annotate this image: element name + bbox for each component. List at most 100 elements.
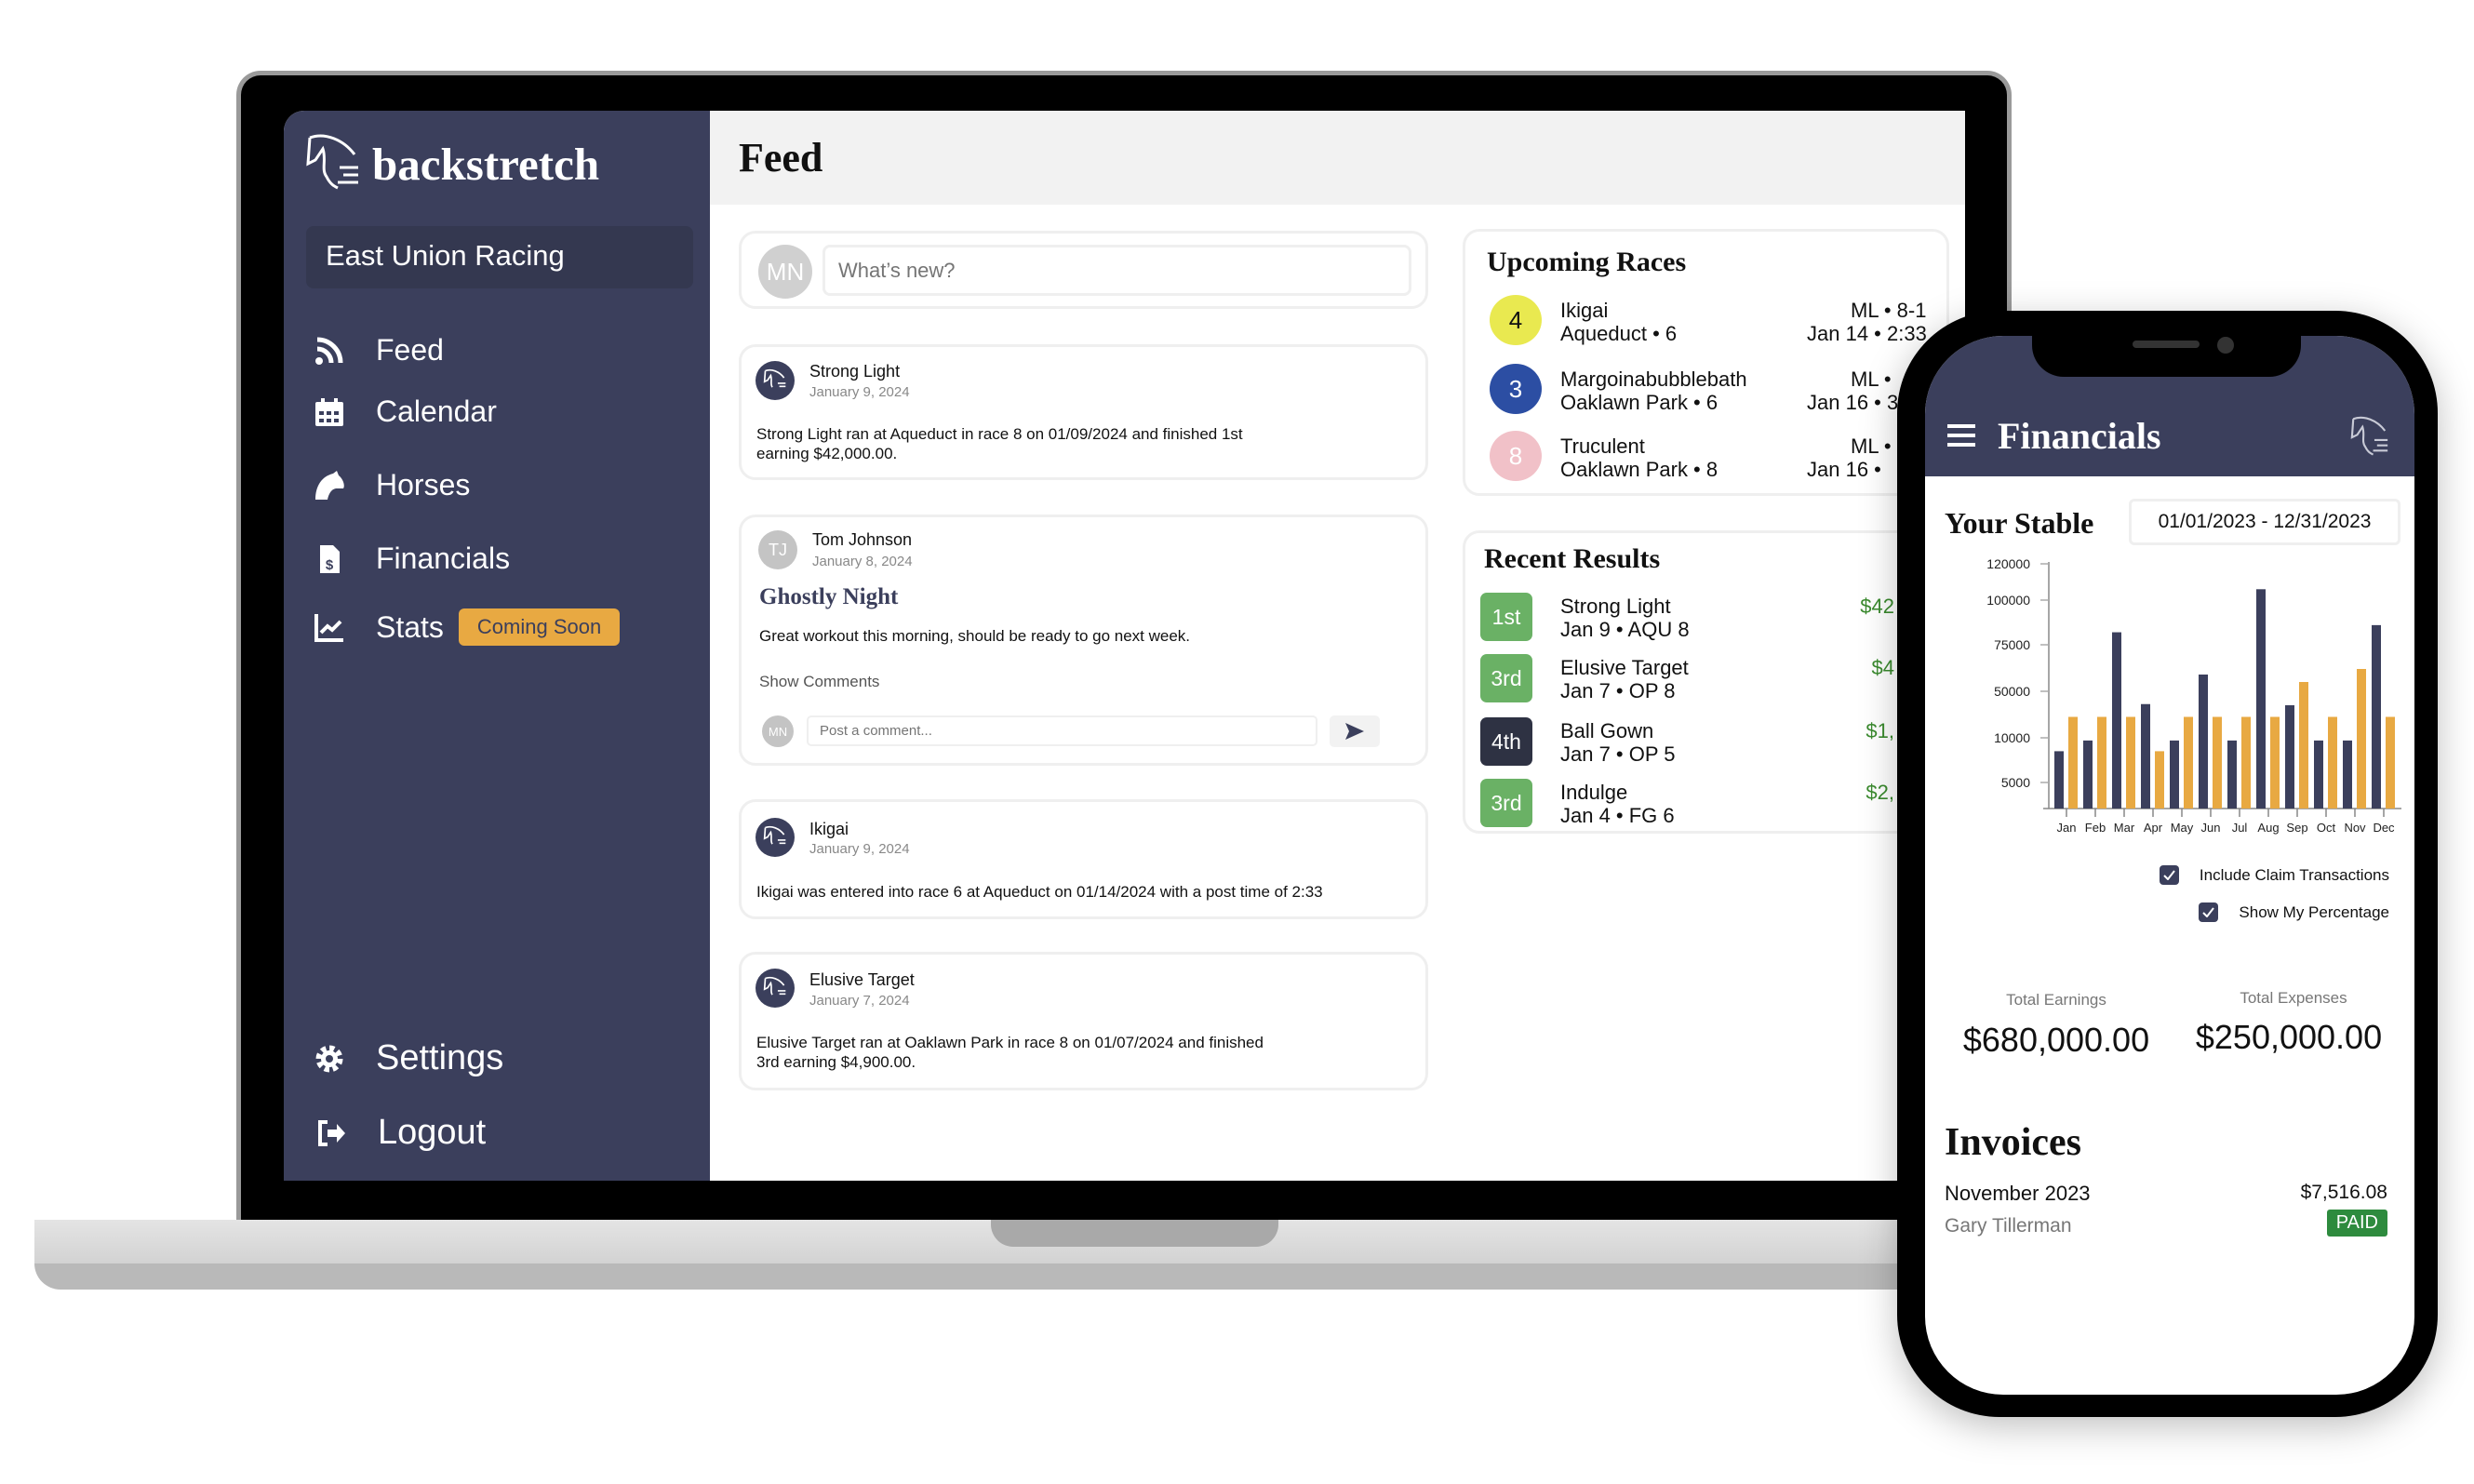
post-body: Great workout this morning, should be re… — [759, 627, 1191, 645]
show-comments-link[interactable]: Show Comments — [759, 673, 879, 691]
race-track: Oaklawn Park • 6 — [1560, 391, 1718, 414]
race-track: Aqueduct • 6 — [1560, 322, 1678, 345]
horse-name: Truculent — [1560, 435, 1645, 458]
checkbox-checked[interactable] — [2199, 902, 2219, 922]
morning-line-odds: ML • — [1851, 368, 1892, 391]
race-time: Jan 14 • 2:33 — [1807, 322, 1927, 345]
total-expenses-label: Total Expenses — [2240, 989, 2347, 1007]
date-range-picker[interactable]: 01/01/2023 - 12/31/2023 — [2129, 499, 2400, 545]
sidebar-item-label: Horses — [376, 468, 471, 501]
paid-badge: PAID — [2326, 1210, 2387, 1237]
post-body: Ikigai was entered into race 6 at Aquedu… — [756, 883, 1323, 901]
top-bar — [710, 111, 1965, 205]
sidebar-item-feed[interactable]: Feed — [314, 333, 444, 368]
phone-notch — [2032, 330, 2301, 377]
finish-place-badge: 4th — [1480, 717, 1532, 766]
svg-text:$: $ — [326, 557, 334, 573]
post-author[interactable]: Strong Light — [809, 362, 900, 381]
post-author[interactable]: Tom Johnson — [812, 530, 912, 550]
post-line: Elusive Target ran at Oaklawn Park in ra… — [756, 1034, 1264, 1051]
sidebar-item-calendar[interactable]: Calendar — [314, 394, 497, 429]
your-stable-title: Your Stable — [1945, 506, 2094, 540]
result-entry[interactable]: Elusive Target Jan 7 • OP 8 — [1560, 656, 1689, 702]
result-earnings: $2, — [1866, 781, 1894, 804]
organization-selector[interactable]: East Union Racing — [306, 226, 693, 288]
result-detail: Jan 7 • OP 5 — [1560, 742, 1676, 766]
show-percentage-option[interactable]: Show My Percentage — [2199, 902, 2389, 922]
post-position-badge: 8 — [1490, 431, 1542, 481]
logout-label: Logout — [378, 1113, 487, 1152]
horse-avatar-icon — [756, 818, 795, 857]
horse-name: Indulge — [1560, 781, 1628, 804]
chart-line-icon — [314, 614, 343, 642]
invoice-dollar-icon: $ — [320, 544, 340, 573]
coming-soon-badge: Coming Soon — [458, 608, 621, 646]
laptop-notch — [991, 1220, 1278, 1247]
post-author[interactable]: Elusive Target — [809, 970, 915, 990]
result-earnings: $1, — [1866, 719, 1894, 742]
sidebar-item-stats[interactable]: Stats Coming Soon — [314, 608, 621, 646]
option-label: Include Claim Transactions — [2199, 865, 2389, 884]
include-claim-option[interactable]: Include Claim Transactions — [2159, 865, 2389, 885]
post-body: Elusive Target ran at Oaklawn Park in ra… — [756, 1033, 1264, 1072]
post-author[interactable]: Ikigai — [809, 820, 849, 839]
checkbox-checked[interactable] — [2159, 865, 2179, 885]
race-entry[interactable]: Truculent Oaklawn Park • 8 — [1560, 435, 1718, 481]
horse-name: Margoinabubblebath — [1560, 368, 1747, 391]
invoice-amount: $7,516.08 — [2300, 1182, 2387, 1203]
avatar: TJ — [758, 530, 797, 569]
avatar: MN — [762, 715, 794, 747]
logout-button[interactable]: Logout — [316, 1113, 486, 1153]
laptop-base-edge — [34, 1263, 2036, 1290]
result-entry[interactable]: Strong Light Jan 9 • AQU 8 — [1560, 595, 1690, 641]
send-icon — [1345, 723, 1364, 740]
horse-name: Ikigai — [1560, 299, 1609, 322]
finish-place-badge: 3rd — [1480, 779, 1532, 827]
result-entry[interactable]: Ball Gown Jan 7 • OP 5 — [1560, 719, 1675, 766]
whats-new-input[interactable] — [822, 245, 1411, 296]
post-line: 3rd earning $4,900.00. — [756, 1053, 916, 1071]
page-title: Feed — [739, 135, 823, 180]
horse-name: Elusive Target — [1560, 656, 1689, 679]
settings-button[interactable]: Settings — [314, 1038, 503, 1078]
morning-line-odds: ML • — [1851, 435, 1892, 458]
comment-input[interactable] — [807, 715, 1317, 746]
rss-icon — [315, 337, 343, 365]
finish-place-badge: 1st — [1480, 593, 1532, 641]
post-body: Strong Light ran at Aqueduct in race 8 o… — [756, 424, 1243, 463]
recent-results-title: Recent Results — [1484, 543, 1661, 574]
sidebar-item-horses[interactable]: Horses — [314, 468, 470, 502]
sidebar-item-financials[interactable]: $ Financials — [314, 541, 510, 576]
result-earnings: $42 — [1860, 595, 1894, 618]
horse-avatar-icon — [756, 361, 795, 400]
result-detail: Jan 9 • AQU 8 — [1560, 618, 1690, 641]
option-label: Show My Percentage — [2239, 902, 2389, 921]
send-comment-button[interactable] — [1330, 715, 1380, 747]
brand-name: backstretch — [372, 139, 600, 190]
logout-icon — [318, 1119, 345, 1146]
post-title: Ghostly Night — [759, 584, 899, 609]
total-expenses-value: $250,000.00 — [2195, 1018, 2383, 1056]
horse-logo-icon — [2350, 416, 2388, 456]
result-detail: Jan 7 • OP 8 — [1560, 679, 1676, 702]
phone-camera — [2217, 337, 2234, 354]
calendar-icon — [315, 397, 343, 426]
post-date: January 9, 2024 — [809, 841, 910, 857]
race-time: Jan 16 • 3 — [1807, 391, 1899, 414]
horse-head-icon — [315, 470, 344, 500]
sidebar-item-label: Financials — [376, 541, 511, 575]
result-entry[interactable]: Indulge Jan 4 • FG 6 — [1560, 781, 1675, 827]
race-entry[interactable]: Ikigai Aqueduct • 6 — [1560, 299, 1677, 345]
check-icon — [2202, 907, 2215, 917]
invoice-name: Gary Tillerman — [1945, 1215, 2072, 1237]
sidebar-item-label: Calendar — [376, 394, 497, 428]
hamburger-menu-icon[interactable] — [1947, 423, 1975, 448]
race-track: Oaklawn Park • 8 — [1560, 458, 1718, 481]
post-line: Strong Light ran at Aqueduct in race 8 o… — [756, 425, 1243, 443]
horse-logo-icon — [306, 134, 358, 190]
invoice-row[interactable]: November 2023 Gary Tillerman $7,516.08 P… — [1945, 1180, 2387, 1239]
race-entry[interactable]: Margoinabubblebath Oaklawn Park • 6 — [1560, 368, 1747, 414]
settings-label: Settings — [376, 1038, 504, 1077]
post-position-badge: 3 — [1490, 364, 1542, 414]
total-earnings-value: $680,000.00 — [1962, 1021, 2150, 1059]
